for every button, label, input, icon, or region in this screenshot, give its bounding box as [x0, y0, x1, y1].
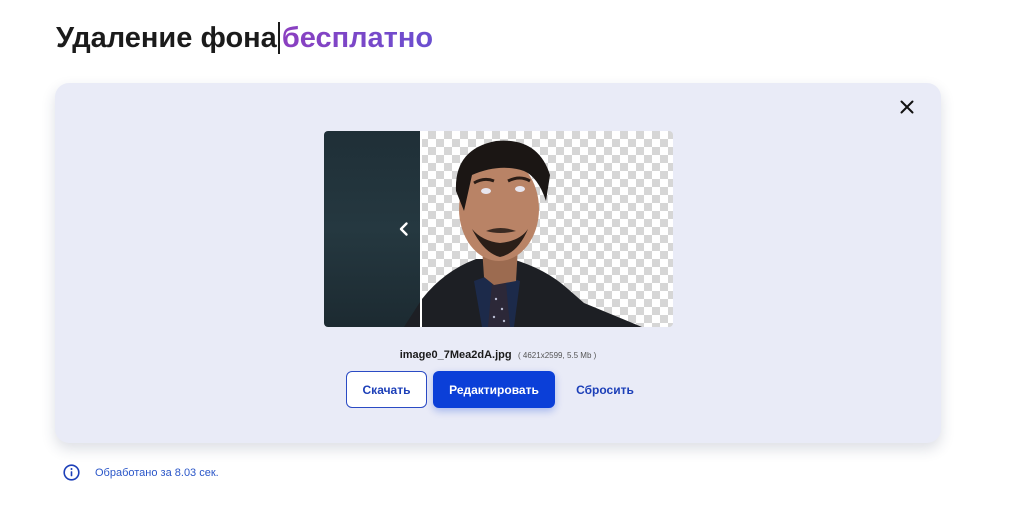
page-title-main: Удаление фона — [56, 22, 277, 54]
reset-button[interactable]: Сбросить — [567, 371, 643, 408]
processing-time-text: Обработано за 8.03 сек. — [95, 466, 219, 479]
compare-divider[interactable] — [420, 131, 422, 327]
close-icon — [900, 100, 914, 114]
edit-button[interactable]: Редактировать — [433, 371, 555, 408]
cutout-subject-image — [404, 140, 642, 327]
page-title: Удаление фона бесплатно — [56, 20, 433, 56]
page: Удаление фона бесплатно image0_7Mea2dA.j… — [0, 0, 1024, 519]
editor-card: image0_7Mea2dA.jpg ( 4621x2599, 5.5 Mb )… — [55, 83, 941, 443]
info-icon — [63, 464, 80, 481]
file-info: image0_7Mea2dA.jpg ( 4621x2599, 5.5 Mb ) — [55, 345, 941, 363]
chevron-left-icon — [399, 222, 408, 236]
processing-status: Обработано за 8.03 сек. — [63, 464, 219, 481]
file-meta: ( 4621x2599, 5.5 Mb ) — [518, 351, 597, 360]
download-button[interactable]: Скачать — [346, 371, 427, 408]
text-cursor — [277, 22, 280, 54]
page-title-accent: бесплатно — [281, 22, 434, 54]
close-button[interactable] — [897, 97, 917, 117]
file-name: image0_7Mea2dA.jpg — [399, 349, 512, 361]
compare-handle[interactable] — [394, 219, 414, 239]
image-preview[interactable] — [324, 131, 673, 327]
